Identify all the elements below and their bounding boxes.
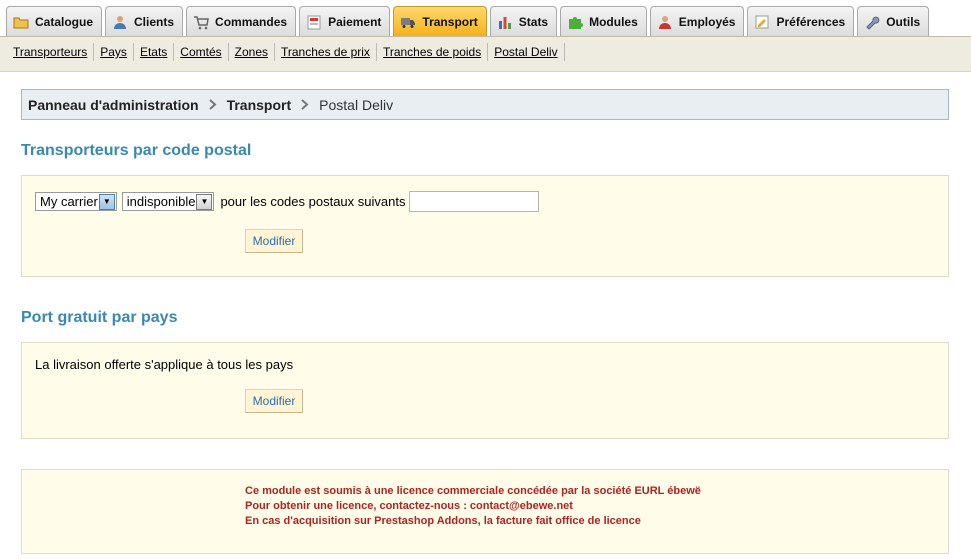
license-line-3: En cas d'acquisition sur Prestashop Addo… xyxy=(245,515,641,527)
availability-select[interactable]: indisponible ▼ xyxy=(121,192,215,211)
dropdown-arrow-icon: ▼ xyxy=(98,193,115,210)
license-line-2: Pour obtenir une licence, contactez-nous… xyxy=(245,500,573,512)
tab-label: Paiement xyxy=(328,14,382,29)
wrench-icon xyxy=(864,14,880,30)
main-tab-bar: Catalogue Clients Commandes Paiement Transpo… xyxy=(0,0,971,36)
tab-transport[interactable]: Transport xyxy=(393,6,487,36)
free-shipping-section-title: Port gratuit par pays xyxy=(21,309,178,326)
payment-icon xyxy=(306,14,322,30)
tab-stats[interactable]: Stats xyxy=(489,6,558,36)
availability-select-value: indisponible xyxy=(126,194,196,209)
tab-modules[interactable]: Modules xyxy=(560,6,647,36)
cart-icon xyxy=(193,14,209,30)
employee-icon xyxy=(657,14,673,30)
tab-outils[interactable]: Outils xyxy=(857,6,930,36)
carrier-select-value: My carrier xyxy=(40,194,98,209)
breadcrumb-root[interactable]: Panneau d'administration xyxy=(28,97,199,113)
license-line-1: Ce module est soumis à une licence comme… xyxy=(245,485,701,497)
tab-label: Commandes xyxy=(215,14,288,29)
tab-label: Outils xyxy=(886,14,921,29)
chevron-right-icon xyxy=(301,97,309,113)
tab-commandes[interactable]: Commandes xyxy=(186,6,297,36)
sub-navigation: Transporteurs Pays Etats Comtés Zones Tranche… xyxy=(0,36,971,72)
subnav-link[interactable]: Etats xyxy=(134,43,175,61)
dropdown-arrow-icon: ▼ xyxy=(196,193,213,210)
breadcrumb-current: Postal Deliv xyxy=(319,96,394,113)
subnav-link[interactable]: Zones xyxy=(229,43,275,61)
breadcrumb-section[interactable]: Transport xyxy=(227,97,292,113)
free-shipping-submit-button[interactable]: Modifier xyxy=(245,389,303,413)
tab-label: Transport xyxy=(422,14,478,29)
subnav-link[interactable]: Tranches de poids xyxy=(377,43,489,61)
tab-label: Modules xyxy=(589,14,638,29)
subnav-link[interactable]: Tranches de prix xyxy=(275,43,377,61)
tab-label: Stats xyxy=(518,14,549,29)
subnav-link[interactable]: Pays xyxy=(94,43,134,61)
tab-label: Catalogue xyxy=(35,14,94,29)
preferences-icon xyxy=(754,14,770,30)
tab-label: Préférences xyxy=(776,14,846,29)
puzzle-icon xyxy=(567,14,584,30)
breadcrumb: Panneau d'administration Transport Posta… xyxy=(21,89,949,120)
subnav-link[interactable]: Postal Deliv xyxy=(488,43,565,61)
postal-codes-label: pour les codes postaux suivants xyxy=(220,194,406,209)
subnav-link[interactable]: Transporteurs xyxy=(7,43,95,61)
postal-section-title: Transporteurs par code postal xyxy=(21,142,252,159)
tab-paiement[interactable]: Paiement xyxy=(299,6,391,36)
tab-label: Employés xyxy=(678,14,736,29)
free-shipping-panel: La livraison offerte s'applique à tous l… xyxy=(21,342,949,439)
tab-label: Clients xyxy=(134,14,175,29)
user-icon xyxy=(112,14,128,30)
postal-submit-button[interactable]: Modifier xyxy=(245,229,303,253)
postal-form-panel: My carrier ▼ indisponible ▼ pour les cod… xyxy=(21,175,949,277)
subnav-link[interactable]: Comtés xyxy=(174,43,229,61)
tab-list: Catalogue Clients Commandes Paiement Transpo… xyxy=(6,6,932,36)
free-shipping-text: La livraison offerte s'applique à tous l… xyxy=(35,357,294,372)
tab-clients[interactable]: Clients xyxy=(105,6,184,36)
folder-icon xyxy=(13,14,29,30)
tab-catalogue[interactable]: Catalogue xyxy=(6,6,103,36)
carrier-select[interactable]: My carrier ▼ xyxy=(35,192,117,211)
tab-employes[interactable]: Employés xyxy=(649,6,745,36)
chevron-right-icon xyxy=(208,97,217,113)
bar-chart-icon xyxy=(497,14,513,30)
truck-icon xyxy=(400,14,416,30)
tab-preferences[interactable]: Préférences xyxy=(747,6,855,36)
postal-codes-input[interactable] xyxy=(409,191,540,212)
sub-navigation-items: Transporteurs Pays Etats Comtés Zones Tranche… xyxy=(7,43,565,61)
license-notice-panel: Ce module est soumis à une licence comme… xyxy=(21,469,949,554)
